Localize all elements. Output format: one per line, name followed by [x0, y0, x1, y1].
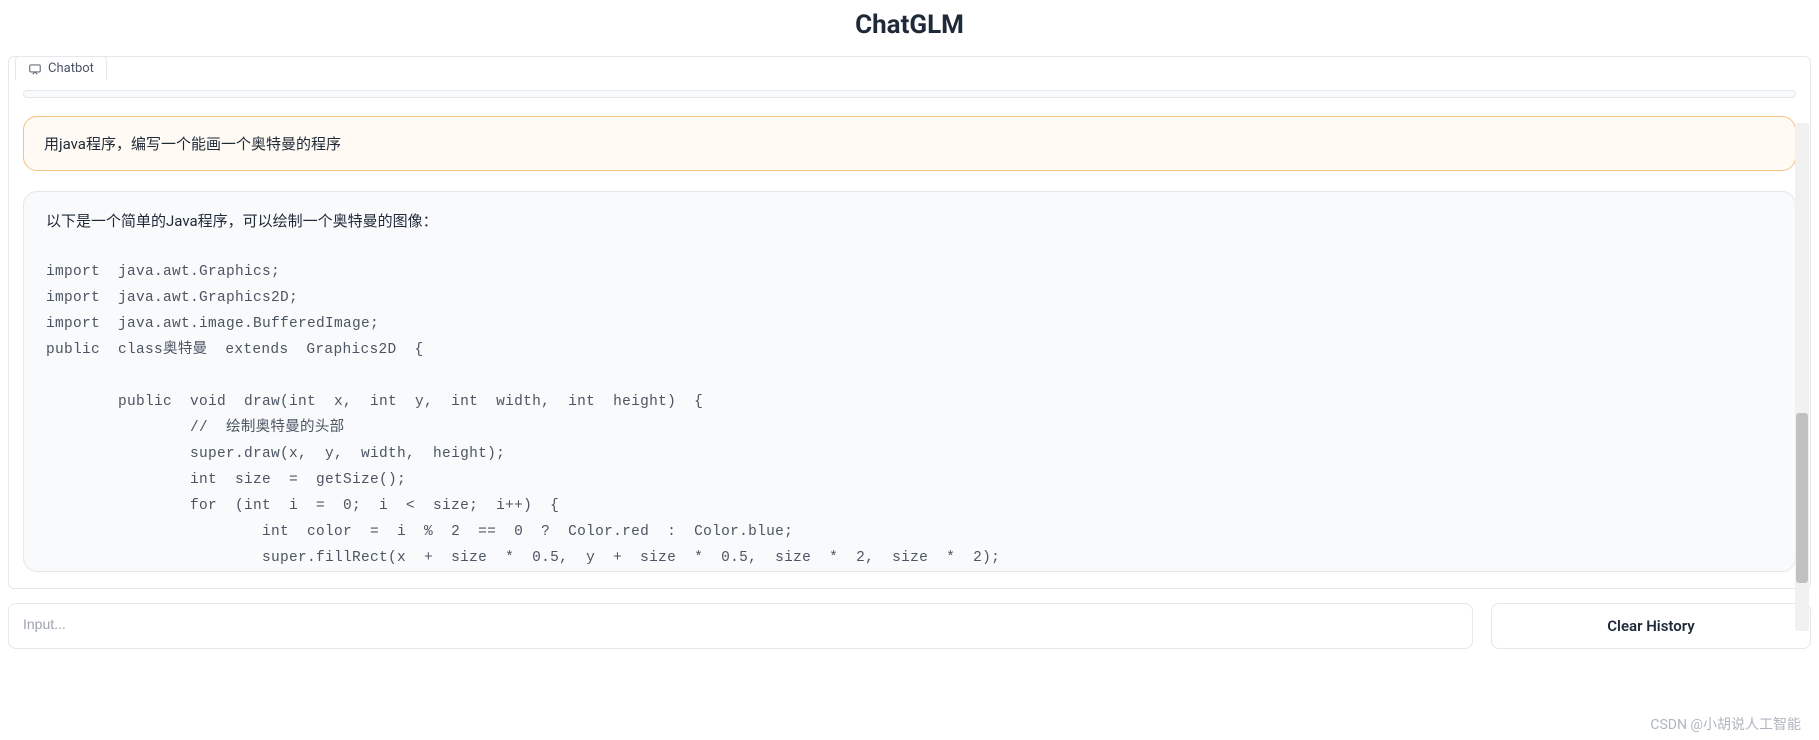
message-input[interactable] — [23, 616, 1458, 632]
bot-intro-text: 以下是一个简单的Java程序，可以绘制一个奥特曼的图像： — [46, 210, 1773, 231]
user-message-bubble: 用java程序，编写一个能画一个奥特曼的程序 — [23, 116, 1796, 171]
chat-panel: Chatbot 用java程序，编写一个能画一个奥特曼的程序 以下是一个简单的J… — [8, 56, 1811, 589]
bottom-controls: Clear History — [0, 595, 1819, 649]
chat-icon — [28, 62, 42, 76]
clear-history-button[interactable]: Clear History — [1491, 603, 1811, 649]
watermark-text: CSDN @小胡说人工智能 — [1650, 714, 1801, 734]
page-title: ChatGLM — [0, 0, 1819, 56]
input-container[interactable] — [8, 603, 1473, 649]
previous-message-sliver — [23, 90, 1796, 98]
tab-chatbot[interactable]: Chatbot — [15, 56, 107, 80]
scrollbar-thumb[interactable] — [1796, 413, 1808, 583]
tab-label: Chatbot — [48, 61, 94, 76]
bot-message-bubble: 以下是一个简单的Java程序，可以绘制一个奥特曼的图像： import java… — [23, 191, 1796, 572]
clear-history-label: Clear History — [1607, 617, 1695, 635]
bot-code-block: import java.awt.Graphics; import java.aw… — [46, 259, 1773, 571]
chat-scroll-area[interactable]: 用java程序，编写一个能画一个奥特曼的程序 以下是一个简单的Java程序，可以… — [23, 90, 1796, 580]
scrollbar-track[interactable] — [1795, 123, 1809, 631]
user-message-text: 用java程序，编写一个能画一个奥特曼的程序 — [44, 135, 341, 153]
